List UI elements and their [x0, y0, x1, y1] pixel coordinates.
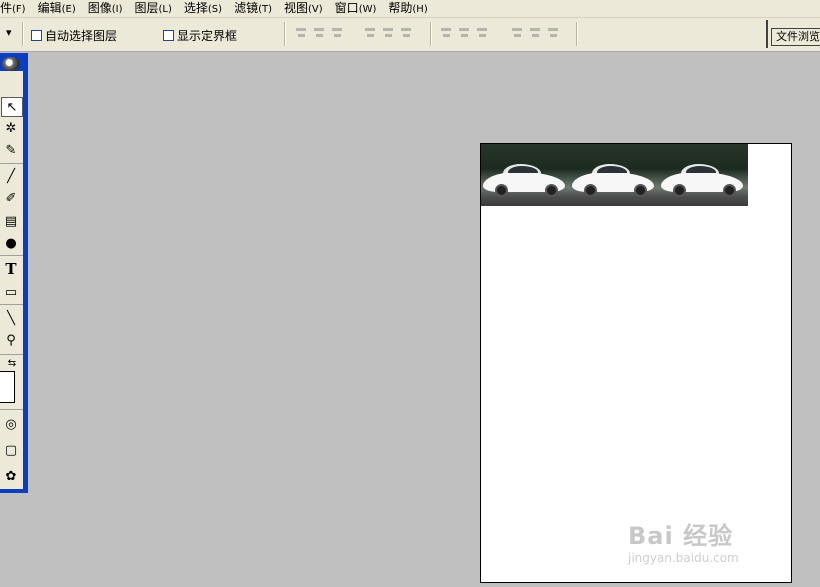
magic-wand-button[interactable]: ✲: [1, 119, 21, 137]
toolbox-tools: ↖ ✲ ✎ ╱ ✐ ▤ ● T ▭ ╲ ⚲ ⇆ ◎ ▢ ✿: [0, 71, 23, 489]
menu-view[interactable]: 视图(V): [278, 1, 329, 17]
quick-mask-button[interactable]: ◎: [1, 415, 21, 433]
divider: [22, 22, 24, 46]
menu-image[interactable]: 图像(I): [82, 1, 129, 17]
brush-icon: ╱: [7, 168, 15, 184]
watermark-brand: Bai 经验: [628, 522, 734, 550]
zoom-button[interactable]: ⚲: [1, 331, 21, 349]
auto-select-layer-checkbox[interactable]: 自动选择图层: [31, 27, 117, 44]
align-buttons: [295, 26, 343, 40]
gradient-button[interactable]: ▤: [1, 212, 21, 230]
divider: [0, 354, 23, 355]
divider: [0, 409, 23, 410]
divider: [0, 163, 23, 164]
distribute-top-icon[interactable]: [440, 26, 452, 40]
align-buttons-2: [364, 26, 412, 40]
divider: [284, 22, 286, 46]
photoshop-logo-icon[interactable]: [2, 57, 20, 71]
show-bounding-box-label: 显示定界框: [177, 29, 238, 43]
menu-edit[interactable]: 编辑(E): [32, 1, 82, 17]
dodge-icon: ●: [5, 235, 17, 251]
divider: [0, 304, 23, 305]
distribute-bottom-icon[interactable]: [476, 26, 488, 40]
quick-mask-icon: ◎: [5, 416, 17, 432]
history-brush-button[interactable]: ✐: [1, 189, 21, 207]
align-hcenter-icon[interactable]: [382, 26, 394, 40]
healing-brush-button[interactable]: ✎: [1, 141, 21, 159]
swap-colors-icon: ⇆: [7, 357, 17, 369]
menu-file[interactable]: 件(F): [0, 1, 32, 17]
menu-filter[interactable]: 滤镜(T): [228, 1, 278, 17]
toolbox-panel: ↖ ✲ ✎ ╱ ✐ ▤ ● T ▭ ╲ ⚲ ⇆ ◎ ▢ ✿: [0, 53, 28, 493]
auto-select-layer-label: 自动选择图层: [45, 29, 118, 43]
imageready-button[interactable]: ✿: [1, 467, 21, 485]
distribute-left-icon[interactable]: [511, 26, 523, 40]
divider: [430, 22, 432, 46]
gradient-icon: ▤: [4, 213, 18, 229]
distribute-buttons-2: [511, 26, 559, 40]
watermark-url: jingyan.baidu.com: [628, 551, 739, 565]
type-tool-icon: T: [5, 260, 17, 278]
car-image-tile: [481, 144, 570, 206]
screen-mode-button[interactable]: ▢: [1, 441, 21, 459]
car-image-tile: [570, 144, 659, 206]
magic-wand-icon: ✲: [5, 120, 17, 136]
align-vcenter-icon[interactable]: [313, 26, 325, 40]
distribute-right-icon[interactable]: [547, 26, 559, 40]
file-browser-tab[interactable]: 文件浏览: [771, 28, 820, 46]
car-image-tile: [659, 144, 748, 206]
move-tool-icon: ↖: [6, 99, 18, 115]
align-top-icon[interactable]: [295, 26, 307, 40]
menu-layer[interactable]: 图层(L): [129, 1, 178, 17]
move-tool-button[interactable]: ↖: [1, 97, 23, 117]
imageready-icon: ✿: [5, 468, 17, 484]
options-bar: ▾ 自动选择图层 显示定界框 文件浏览: [0, 18, 820, 52]
history-brush-icon: ✐: [5, 190, 17, 206]
brush-button[interactable]: ╱: [1, 167, 21, 185]
background-color-swatch[interactable]: [0, 371, 15, 403]
checkbox-icon: [163, 30, 174, 41]
baidu-watermark: Bai 经验 jingyan.baidu.com: [628, 516, 739, 565]
type-tool-button[interactable]: T: [1, 260, 21, 278]
show-bounding-box-checkbox[interactable]: 显示定界框: [163, 27, 237, 44]
healing-brush-icon: ✎: [5, 142, 17, 158]
divider: [576, 22, 578, 46]
eyedropper-icon: ╲: [7, 310, 15, 326]
menu-help[interactable]: 帮助(H): [382, 1, 433, 17]
distribute-hcenter-icon[interactable]: [529, 26, 541, 40]
align-bottom-icon[interactable]: [331, 26, 343, 40]
screen-mode-icon: ▢: [4, 442, 18, 458]
eyedropper-button[interactable]: ╲: [1, 309, 21, 327]
divider: [0, 255, 23, 256]
distribute-buttons: [440, 26, 488, 40]
menu-bar: 件(F) 编辑(E) 图像(I) 图层(L) 选择(S) 滤镜(T) 视图(V)…: [0, 0, 820, 18]
distribute-vcenter-icon[interactable]: [458, 26, 470, 40]
rectangle-shape-icon: ▭: [4, 284, 18, 300]
align-right-icon[interactable]: [400, 26, 412, 40]
zoom-icon: ⚲: [6, 332, 16, 348]
dodge-button[interactable]: ●: [1, 234, 21, 252]
align-left-icon[interactable]: [364, 26, 376, 40]
swap-colors-button[interactable]: ⇆: [5, 357, 19, 369]
checkbox-icon: [31, 30, 42, 41]
palette-well: 文件浏览: [766, 20, 820, 48]
tool-preset-dropdown-icon[interactable]: ▾: [6, 26, 12, 39]
menu-select[interactable]: 选择(S): [178, 1, 228, 17]
menu-window[interactable]: 窗口(W): [329, 1, 383, 17]
shape-tool-button[interactable]: ▭: [1, 283, 21, 301]
